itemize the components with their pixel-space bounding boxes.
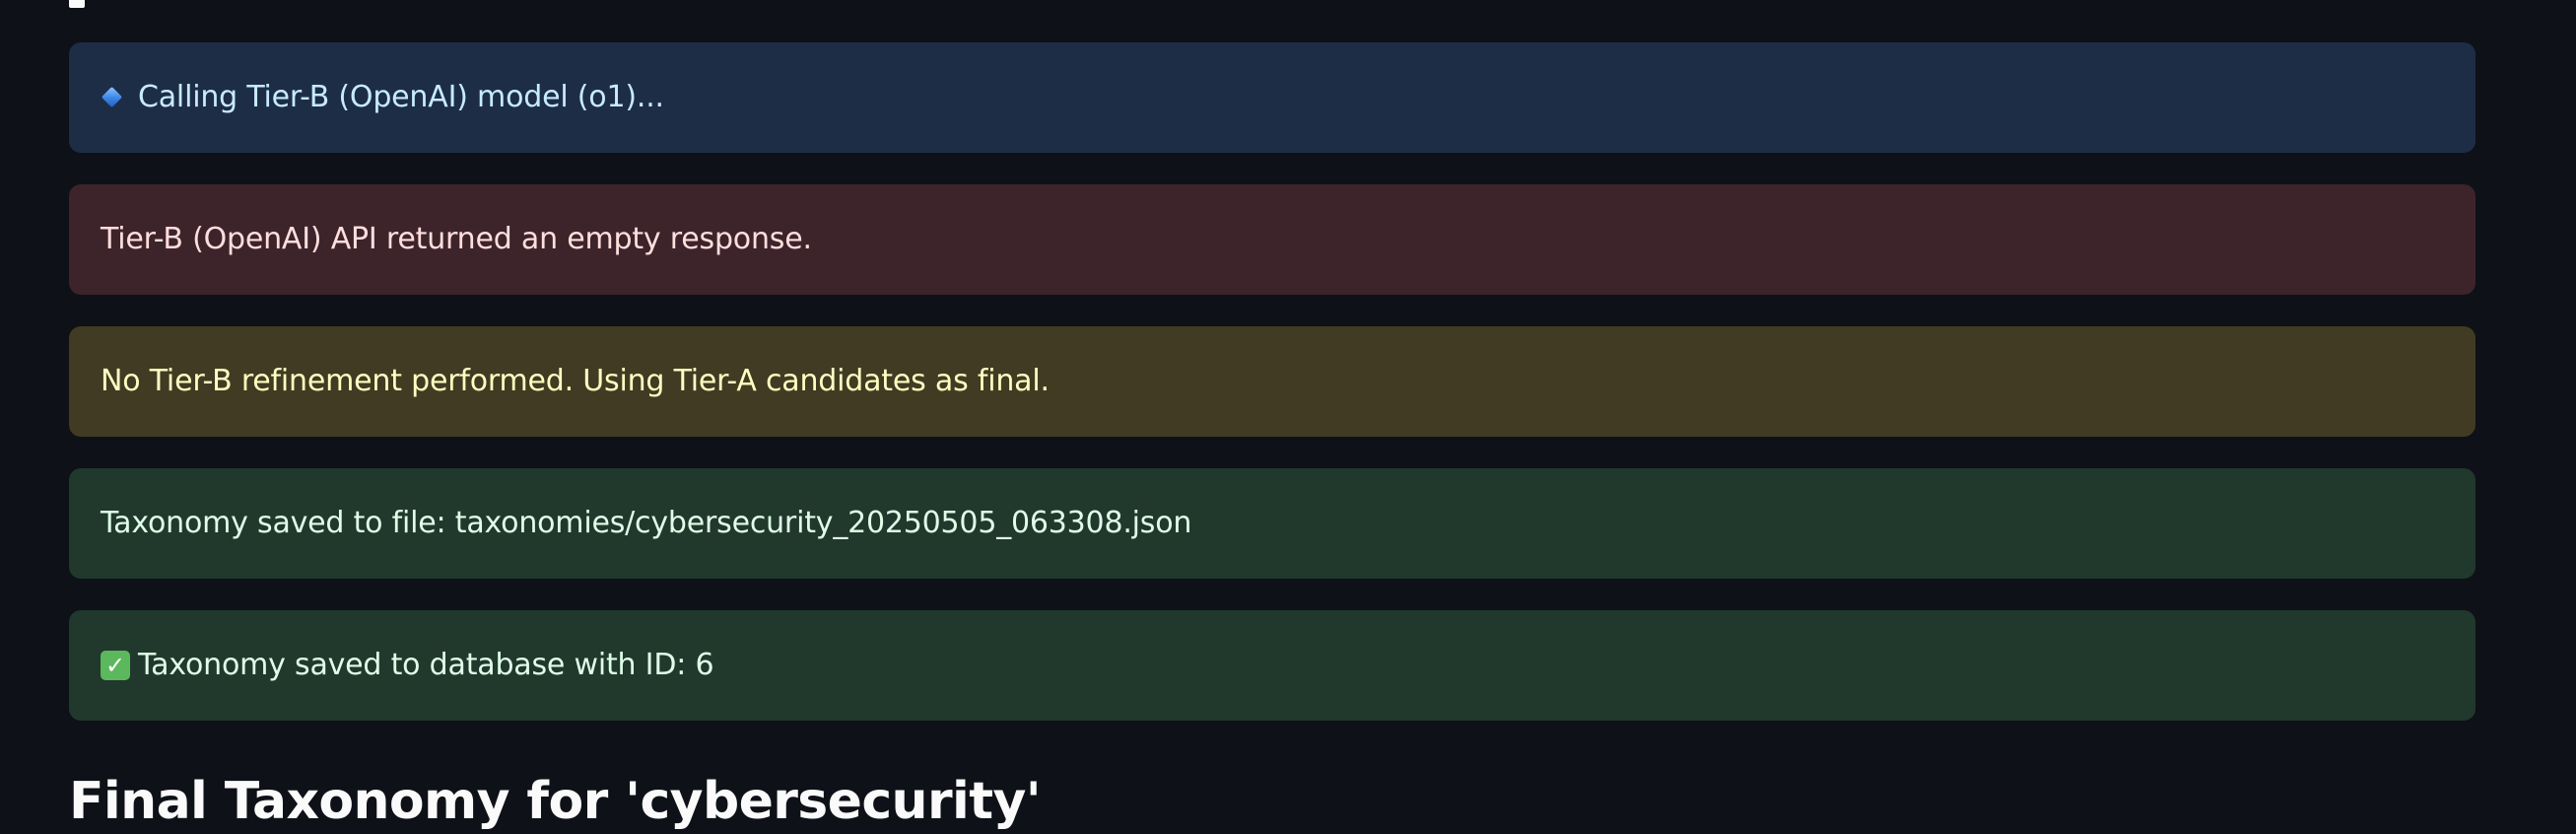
error-alert: Tier-B (OpenAI) API returned an empty re… bbox=[69, 184, 2475, 295]
final-taxonomy-heading: Final Taxonomy for 'cybersecurity' bbox=[69, 772, 1042, 831]
success-db-text: Taxonomy saved to database with ID: 6 bbox=[138, 648, 714, 682]
info-alert-text: Calling Tier-B (OpenAI) model (o1)... bbox=[138, 80, 664, 114]
previous-heading-fragment bbox=[69, 0, 85, 8]
error-alert-text: Tier-B (OpenAI) API returned an empty re… bbox=[101, 222, 812, 256]
info-alert: Calling Tier-B (OpenAI) model (o1)... bbox=[69, 42, 2475, 153]
success-file-text: Taxonomy saved to file: taxonomies/cyber… bbox=[101, 506, 1192, 540]
warning-alert: No Tier-B refinement performed. Using Ti… bbox=[69, 326, 2475, 437]
check-mark-icon: ✓ bbox=[101, 651, 130, 680]
warning-alert-text: No Tier-B refinement performed. Using Ti… bbox=[101, 364, 1050, 398]
success-alert-file: Taxonomy saved to file: taxonomies/cyber… bbox=[69, 468, 2475, 579]
success-alert-database: ✓ Taxonomy saved to database with ID: 6 bbox=[69, 610, 2475, 721]
blue-diamond-icon bbox=[101, 83, 126, 112]
